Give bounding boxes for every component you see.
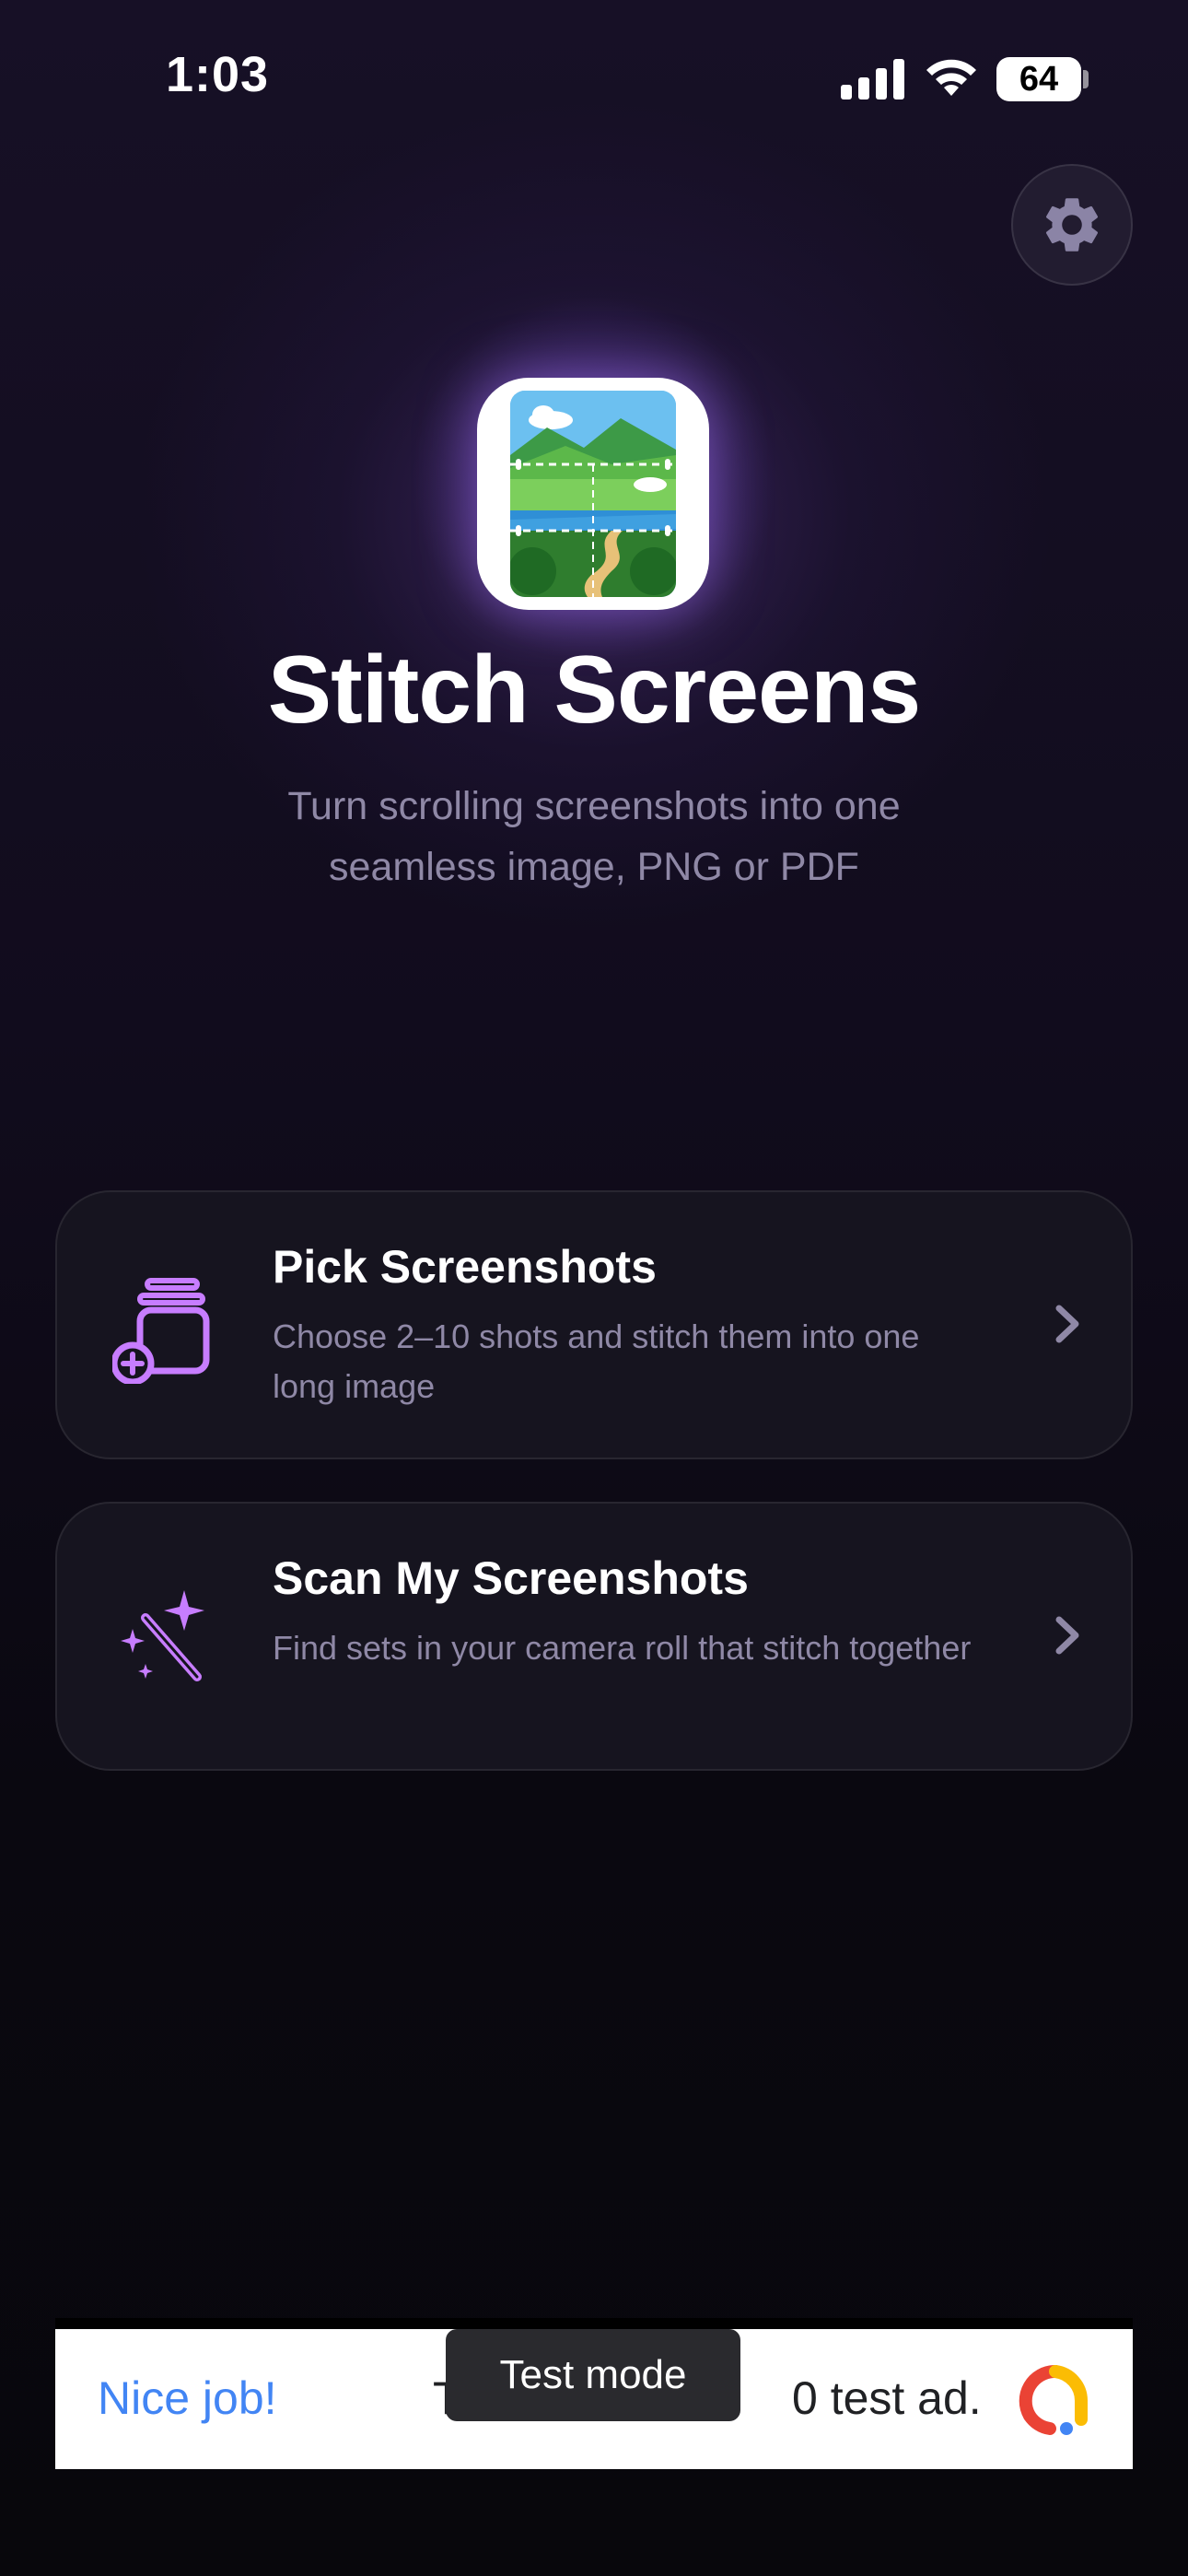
card-description: Choose 2–10 shots and stitch them into o… xyxy=(273,1317,920,1405)
battery-level: 64 xyxy=(1019,60,1059,99)
chevron-right-icon xyxy=(1055,1305,1079,1343)
magic-wand-icon xyxy=(121,1590,204,1681)
add-stack-icon xyxy=(112,1278,210,1384)
ad-headline[interactable]: Nice job! xyxy=(98,2371,277,2425)
status-bar: 1:03 64 xyxy=(0,0,1188,157)
stitched-landscape-icon xyxy=(510,391,676,597)
status-time: 1:03 xyxy=(166,47,270,102)
battery-tip xyxy=(1083,70,1089,88)
ad-logo-icon xyxy=(1019,2364,1089,2435)
pick-screenshots-button[interactable]: Pick Screenshots Choose 2–10 shots and s… xyxy=(55,1190,1133,1459)
card-title: Scan My Screenshots xyxy=(273,1552,749,1604)
test-mode-badge: Test mode xyxy=(446,2329,740,2421)
app-title: Stitch Screens xyxy=(267,637,922,744)
settings-button[interactable] xyxy=(1011,164,1133,286)
cellular-signal-icon xyxy=(841,59,904,100)
gear-icon xyxy=(1045,198,1099,252)
app-icon xyxy=(477,378,709,610)
chevron-right-icon xyxy=(1055,1616,1079,1655)
card-description: Find sets in your camera roll that stitc… xyxy=(273,1629,972,1667)
ad-text-right: 0 test ad. xyxy=(792,2372,982,2424)
wifi-icon xyxy=(926,59,976,96)
scan-screenshots-button[interactable]: Scan My Screenshots Find sets in your ca… xyxy=(55,1502,1133,1771)
app-subtitle: Turn scrolling screenshots into one seam… xyxy=(287,784,901,889)
battery-indicator: 64 xyxy=(996,57,1081,101)
card-title: Pick Screenshots xyxy=(273,1241,657,1293)
